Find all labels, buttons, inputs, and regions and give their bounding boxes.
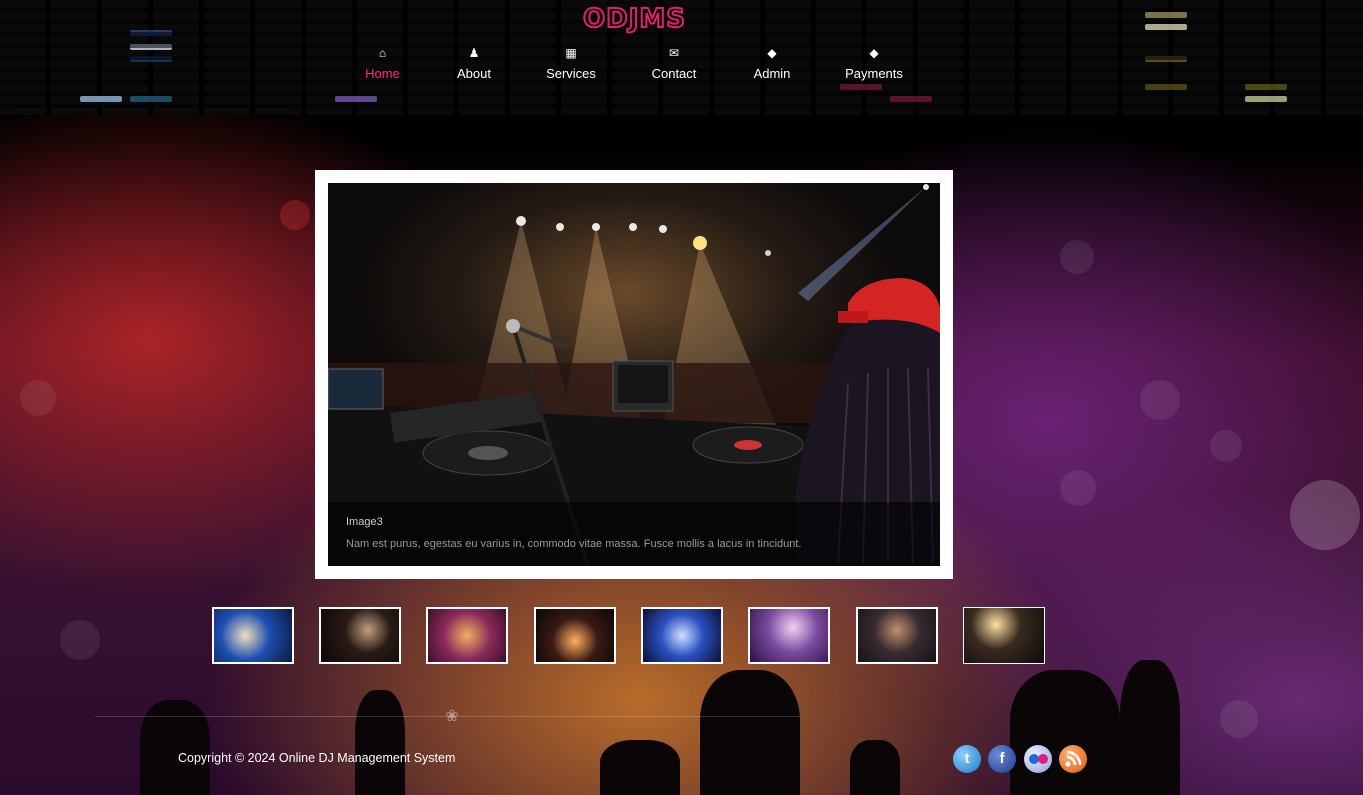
- crowd-silhouette: [1120, 660, 1180, 795]
- calendar-icon: ▦: [565, 46, 577, 60]
- flickr-icon[interactable]: [1024, 745, 1052, 773]
- home-icon: ⌂: [378, 46, 387, 60]
- nav-services[interactable]: ▦ Services: [544, 44, 598, 81]
- slider-image[interactable]: Image3 Nam est purus, egestas eu varius …: [328, 183, 940, 566]
- bokeh-light: [1060, 470, 1096, 506]
- thumbnail-7[interactable]: [856, 607, 938, 664]
- nav-contact[interactable]: ✉ Contact: [648, 44, 700, 81]
- nav-label: About: [457, 66, 491, 81]
- tags-icon: ◆: [869, 46, 879, 60]
- nav-label: Services: [546, 66, 596, 81]
- caption-title: Image3: [346, 516, 383, 528]
- bokeh-light: [1220, 700, 1258, 738]
- twitter-icon[interactable]: t: [953, 745, 981, 773]
- crowd-silhouette: [700, 670, 800, 795]
- envelope-icon: ✉: [668, 46, 680, 60]
- thumbnail-3[interactable]: [426, 607, 508, 664]
- rss-icon[interactable]: [1059, 745, 1087, 773]
- nav-label: Home: [365, 66, 400, 81]
- copyright-text: Copyright © 2024 Online DJ Management Sy…: [178, 751, 456, 765]
- nav-label: Admin: [753, 66, 791, 81]
- crowd-silhouette: [600, 740, 680, 795]
- nav-about[interactable]: ♟ About: [450, 44, 498, 81]
- slider-frame: Image3 Nam est purus, egestas eu varius …: [315, 170, 953, 579]
- bokeh-light: [1210, 430, 1242, 462]
- bokeh-light: [280, 200, 310, 230]
- nav-label: Contact: [651, 66, 697, 81]
- thumbnail-8[interactable]: [963, 607, 1045, 664]
- thumbnail-5[interactable]: [641, 607, 723, 664]
- crowd-silhouette: [850, 740, 900, 795]
- crowd-silhouette: [140, 700, 210, 795]
- nav-home[interactable]: ⌂ Home: [360, 44, 405, 81]
- bokeh-light: [1060, 240, 1094, 274]
- bokeh-light: [60, 620, 100, 660]
- thumbnail-4[interactable]: [534, 607, 616, 664]
- slider-caption: Image3 Nam est purus, egestas eu varius …: [328, 502, 940, 566]
- thumbnail-1[interactable]: [212, 607, 294, 664]
- nav-admin[interactable]: ◆ Admin: [750, 44, 794, 81]
- user-icon: ♟: [468, 46, 480, 60]
- bokeh-light: [20, 380, 56, 416]
- nav-label: Payments: [845, 66, 903, 81]
- crowd-silhouette: [1010, 670, 1120, 795]
- social-links: t f: [953, 745, 1093, 773]
- site-logo[interactable]: ODJMS: [0, 3, 1269, 35]
- crowd-silhouette: [355, 690, 405, 795]
- thumbnail-6[interactable]: [748, 607, 830, 664]
- facebook-icon[interactable]: f: [988, 745, 1016, 773]
- tags-icon: ◆: [767, 46, 777, 60]
- bokeh-light: [1140, 380, 1180, 420]
- thumbnail-2[interactable]: [319, 607, 401, 664]
- bokeh-light: [1290, 480, 1360, 550]
- caption-text: Nam est purus, egestas eu varius in, com…: [346, 538, 802, 550]
- nav-payments[interactable]: ◆ Payments: [842, 44, 906, 81]
- ornament-icon: ❀: [445, 706, 459, 725]
- main-nav: ⌂ Home ♟ About ▦ Services ✉ Contact ◆ Ad…: [330, 44, 950, 84]
- thumbnail-strip: [212, 607, 1052, 665]
